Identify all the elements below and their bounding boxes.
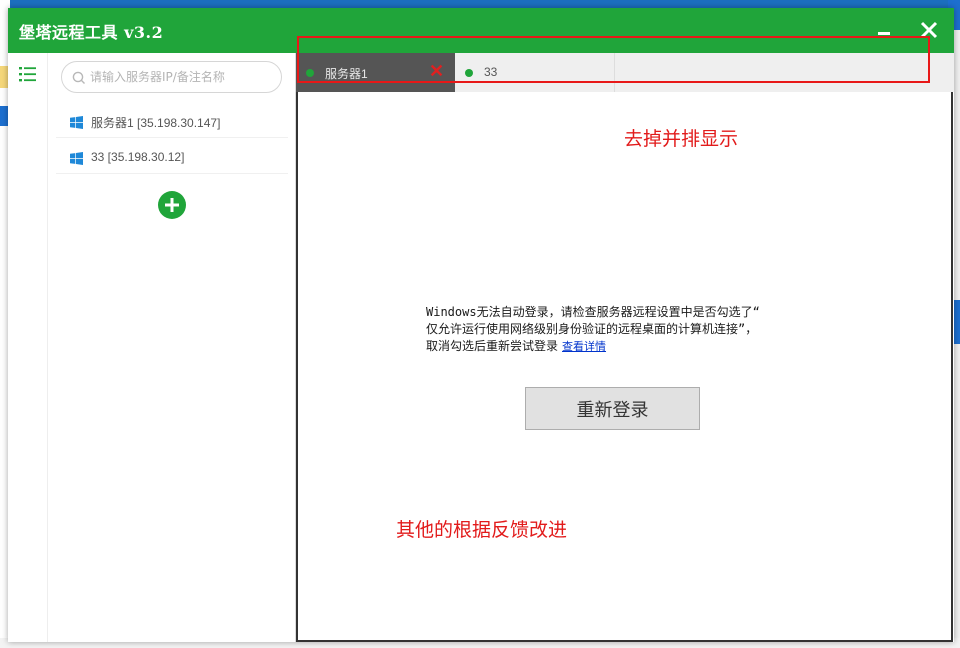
tab-server-1[interactable]: 服务器1 ✕: [296, 53, 455, 92]
login-error-message: Windows无法自动登录，请检查服务器远程设置中是否勾选了“ 仅允许运行使用网…: [426, 304, 856, 355]
remote-session-pane: 去掉并排显示 Windows无法自动登录，请检查服务器远程设置中是否勾选了“ 仅…: [296, 92, 953, 642]
plus-icon: [165, 198, 179, 212]
search-input[interactable]: [90, 67, 275, 87]
details-link[interactable]: 查看详情: [562, 340, 606, 353]
status-dot: [306, 69, 314, 77]
app-window: 堡塔远程工具 v3.2 服务器1 [35.198.30.147]: [8, 8, 954, 642]
close-icon: [920, 21, 938, 39]
status-dot: [465, 69, 473, 77]
message-line: 取消勾选后重新尝试登录: [426, 339, 559, 353]
tab-33[interactable]: 33: [455, 53, 615, 92]
message-line-last: 取消勾选后重新尝试登录 查看详情: [426, 338, 856, 355]
window-title: 堡塔远程工具 v3.2: [19, 23, 164, 42]
icon-rail: [8, 53, 48, 642]
message-line: 仅允许运行使用网络级别身份验证的远程桌面的计算机连接”，: [426, 322, 758, 336]
search-icon: [72, 71, 85, 84]
tab-close-icon[interactable]: ✕: [429, 61, 444, 82]
message-line: Windows无法自动登录，请检查服务器远程设置中是否勾选了“: [426, 305, 760, 319]
server-list-item[interactable]: 33 [35.198.30.12]: [56, 141, 288, 174]
annotation-text: 其他的根据反馈改进: [396, 519, 568, 541]
tab-bar: 服务器1 ✕ 33: [296, 53, 954, 92]
add-server-button[interactable]: [158, 191, 186, 219]
server-label: 服务器1 [35.198.30.147]: [91, 116, 221, 130]
windows-icon: [70, 152, 83, 165]
search-box[interactable]: [61, 61, 282, 93]
server-list-panel: 服务器1 [35.198.30.147] 33 [35.198.30.12]: [48, 53, 296, 642]
server-list-item[interactable]: 服务器1 [35.198.30.147]: [56, 105, 288, 138]
minimize-button[interactable]: [870, 16, 898, 44]
list-icon[interactable]: [18, 64, 38, 84]
minimize-icon: [878, 32, 890, 35]
title-bar[interactable]: 堡塔远程工具 v3.2: [8, 8, 954, 53]
server-label: 33 [35.198.30.12]: [91, 150, 185, 164]
windows-icon: [70, 116, 83, 129]
annotation-text: 去掉并排显示: [624, 128, 739, 150]
window-close-button[interactable]: [915, 16, 943, 44]
tab-label: 服务器1: [325, 67, 368, 81]
tab-label: 33: [484, 65, 498, 79]
relogin-button[interactable]: 重新登录: [525, 387, 700, 430]
